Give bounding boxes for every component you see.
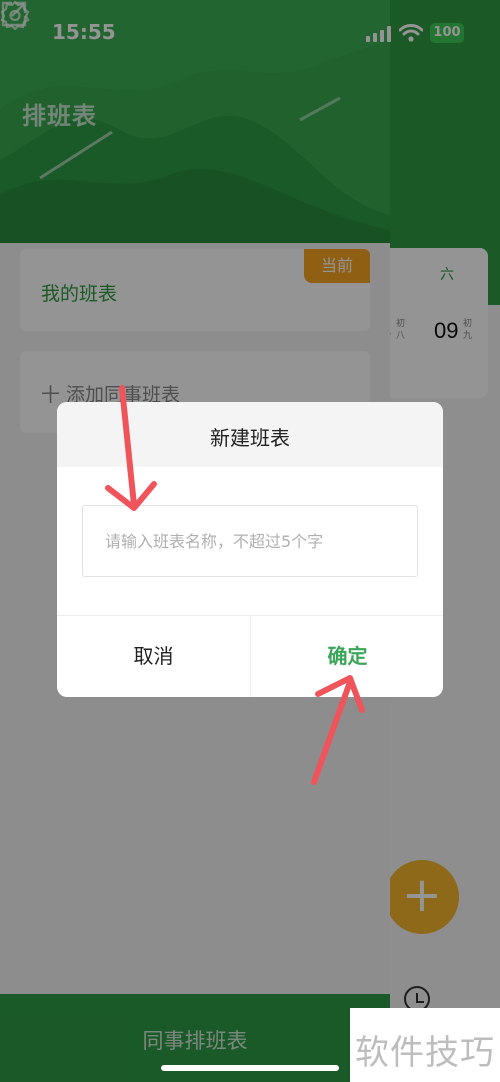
- home-indicator: [161, 1065, 339, 1071]
- watermark: 软件技巧: [350, 1008, 500, 1082]
- watermark-text: 软件技巧: [355, 1033, 495, 1073]
- up-arrow: [311, 679, 353, 785]
- annotation-arrows: [105, 385, 365, 785]
- down-arrow: [119, 385, 137, 508]
